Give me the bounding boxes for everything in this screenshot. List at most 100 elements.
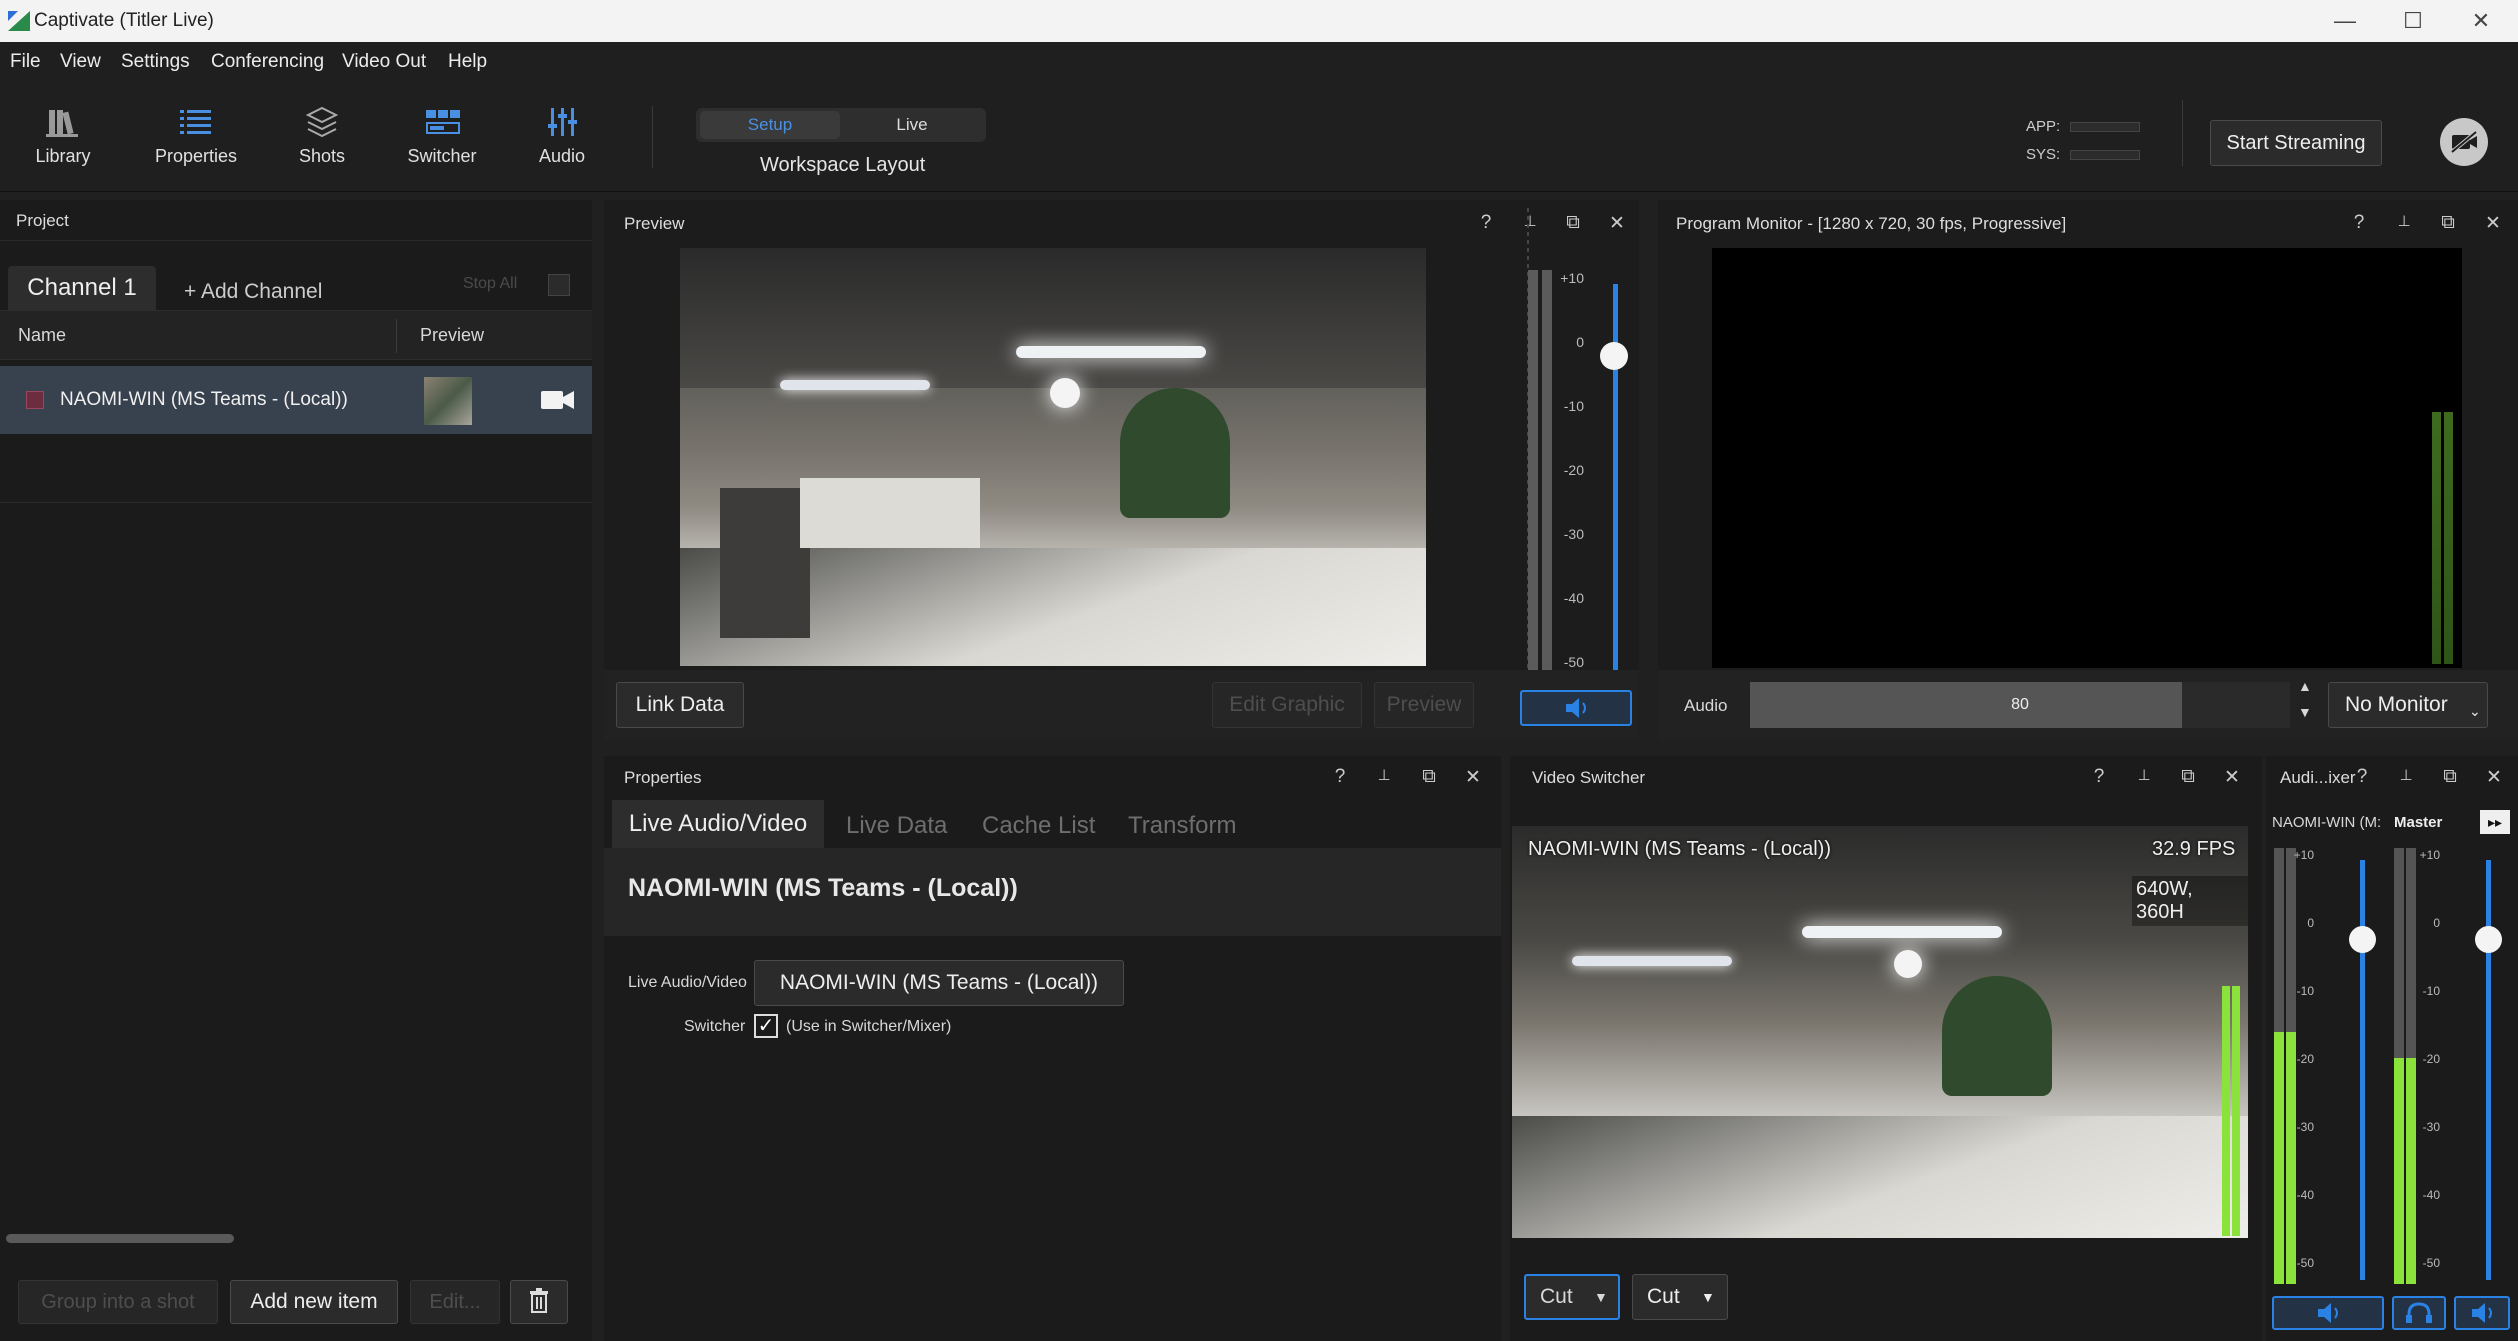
column-name[interactable]: Name — [18, 325, 66, 346]
tab-transform[interactable]: Transform — [1128, 812, 1236, 840]
mixer-tick-minus50: -50 — [2296, 1256, 2314, 1270]
edit-graphic-button[interactable]: Edit Graphic — [1212, 682, 1362, 728]
program-close-icon[interactable]: ✕ — [2482, 212, 2504, 235]
mode-setup-button[interactable]: Setup — [700, 111, 840, 139]
program-audio-slider[interactable]: 80 — [1750, 682, 2290, 728]
live-audio-video-label: Live Audio/Video — [628, 974, 747, 991]
tick-minus20: -20 — [1563, 462, 1584, 478]
properties-help-icon[interactable]: ? — [1329, 766, 1351, 788]
minimize-button[interactable]: — — [2322, 4, 2368, 38]
preview-button[interactable]: Preview — [1374, 682, 1474, 728]
mixer-float-icon[interactable]: ⧉ — [2439, 766, 2461, 788]
tab-live-data[interactable]: Live Data — [846, 812, 947, 840]
transition-select-1[interactable]: Cut ▼ — [1524, 1274, 1620, 1320]
menu-video-out[interactable]: Video Out — [342, 51, 426, 73]
transition-select-2[interactable]: Cut ▼ — [1632, 1274, 1728, 1320]
menu-view[interactable]: View — [60, 51, 101, 73]
link-data-button[interactable]: Link Data — [616, 682, 744, 728]
switcher-float-icon[interactable]: ⧉ — [2177, 766, 2199, 788]
toolbar-divider — [652, 106, 653, 168]
mixer-master-mute-button[interactable] — [2454, 1296, 2510, 1330]
add-new-item-button[interactable]: Add new item — [230, 1280, 398, 1324]
mixer-master-fader[interactable] — [2486, 860, 2491, 1280]
mixer-help-icon[interactable]: ? — [2351, 766, 2373, 788]
mixer-speaker-icon — [2318, 1303, 2338, 1323]
mixer-headphones-button[interactable] — [2392, 1296, 2446, 1330]
project-panel-title: Project — [16, 211, 69, 230]
mixer-pin-icon[interactable]: ⊥ — [2395, 766, 2417, 784]
help-icon[interactable]: ? — [1475, 212, 1497, 234]
switcher-fps: 32.9 FPS — [2152, 838, 2236, 860]
tool-switcher[interactable]: Switcher — [396, 80, 488, 192]
close-window-button[interactable]: ✕ — [2458, 4, 2504, 38]
menu-settings[interactable]: Settings — [121, 51, 190, 73]
program-meter-left — [2432, 412, 2441, 664]
close-panel-icon[interactable]: ✕ — [1606, 212, 1628, 235]
edit-button[interactable]: Edit... — [410, 1280, 500, 1324]
program-float-icon[interactable]: ⧉ — [2437, 212, 2459, 234]
tool-properties[interactable]: Properties — [150, 80, 242, 192]
horizontal-scrollbar[interactable] — [6, 1234, 234, 1243]
tool-properties-label: Properties — [154, 146, 238, 166]
mixer-expand-button[interactable]: ▸▸ — [2480, 810, 2510, 834]
switcher-meter-left — [2222, 986, 2230, 1236]
audio-up-arrow-icon[interactable]: ▲ — [2298, 678, 2312, 694]
mixer-tick-minus10: -10 — [2296, 984, 2314, 998]
switcher-meter-right — [2232, 986, 2240, 1236]
mixer-channel-fader[interactable] — [2360, 860, 2365, 1280]
preview-volume-knob[interactable] — [1600, 342, 1628, 370]
mixer-tick-minus30: -30 — [2296, 1120, 2314, 1134]
camera-off-icon[interactable] — [2440, 118, 2488, 166]
mixer-master-fader-knob[interactable] — [2475, 926, 2502, 953]
mode-live-button[interactable]: Live — [842, 111, 982, 139]
group-into-shot-button[interactable]: Group into a shot — [18, 1280, 218, 1324]
list-item[interactable]: NAOMI-WIN (MS Teams - (Local)) — [0, 366, 592, 434]
program-help-icon[interactable]: ? — [2348, 212, 2370, 234]
tab-live-audio-video[interactable]: Live Audio/Video — [612, 800, 824, 848]
master-tick-0: 0 — [2433, 916, 2440, 930]
tool-shots[interactable]: Shots — [282, 80, 362, 192]
menu-file[interactable]: File — [10, 51, 41, 73]
switcher-checkbox[interactable]: ✓ — [754, 1014, 778, 1038]
transition-2-value: Cut — [1647, 1285, 1680, 1308]
live-audio-video-select[interactable]: NAOMI-WIN (MS Teams - (Local)) — [754, 960, 1124, 1006]
start-streaming-button[interactable]: Start Streaming — [2210, 120, 2382, 166]
stop-all-checkbox[interactable] — [548, 274, 570, 296]
program-pin-icon[interactable]: ⊥ — [2393, 212, 2415, 230]
mixer-tick-minus40: -40 — [2296, 1188, 2314, 1202]
pin-icon[interactable]: ⊥ — [1519, 212, 1541, 230]
mixer-channel-fader-knob[interactable] — [2349, 926, 2376, 953]
tool-audio[interactable]: Audio — [522, 80, 602, 192]
float-window-icon[interactable]: ⧉ — [1562, 212, 1584, 234]
delete-button[interactable] — [510, 1280, 568, 1324]
properties-float-icon[interactable]: ⧉ — [1418, 766, 1440, 788]
preview-speaker-button[interactable] — [1520, 690, 1632, 726]
properties-close-icon[interactable]: ✕ — [1462, 766, 1484, 789]
tick-minus50: -50 — [1563, 654, 1584, 670]
tick-plus10: +10 — [1560, 270, 1584, 286]
column-preview[interactable]: Preview — [420, 325, 484, 346]
switcher-pin-icon[interactable]: ⊥ — [2133, 766, 2155, 784]
tool-audio-label: Audio — [538, 146, 586, 166]
tab-channel-1[interactable]: Channel 1 — [8, 266, 156, 310]
stop-all-button[interactable]: Stop All — [463, 275, 517, 293]
add-channel-button[interactable]: + Add Channel — [184, 280, 322, 304]
maximize-button[interactable]: ☐ — [2390, 4, 2436, 38]
mixer-master-meter-right — [2406, 1058, 2416, 1284]
switcher-video[interactable]: NAOMI-WIN (MS Teams - (Local)) 32.9 FPS … — [1512, 826, 2248, 1238]
audio-down-arrow-icon[interactable]: ▼ — [2298, 704, 2312, 720]
tool-library[interactable]: Library — [20, 80, 106, 192]
menu-conferencing[interactable]: Conferencing — [211, 51, 324, 73]
app-logo-icon — [8, 11, 30, 31]
switcher-close-icon[interactable]: ✕ — [2221, 766, 2243, 789]
program-monitor-title: Program Monitor - [1280 x 720, 30 fps, P… — [1676, 214, 2067, 233]
monitor-select[interactable]: No Monitor ⌄ — [2328, 682, 2488, 728]
mixer-channel-mute-button[interactable] — [2272, 1296, 2384, 1330]
switcher-help-icon[interactable]: ? — [2088, 766, 2110, 788]
program-meter-right — [2444, 412, 2453, 664]
mixer-close-icon[interactable]: ✕ — [2483, 766, 2505, 789]
preview-panel: Preview ? ⊥ ⧉ ✕ +10 0 -10 -20 -30 -40 -5… — [604, 200, 1639, 744]
properties-pin-icon[interactable]: ⊥ — [1373, 766, 1395, 784]
tab-cache-list[interactable]: Cache List — [982, 812, 1095, 840]
menu-help[interactable]: Help — [448, 51, 487, 73]
